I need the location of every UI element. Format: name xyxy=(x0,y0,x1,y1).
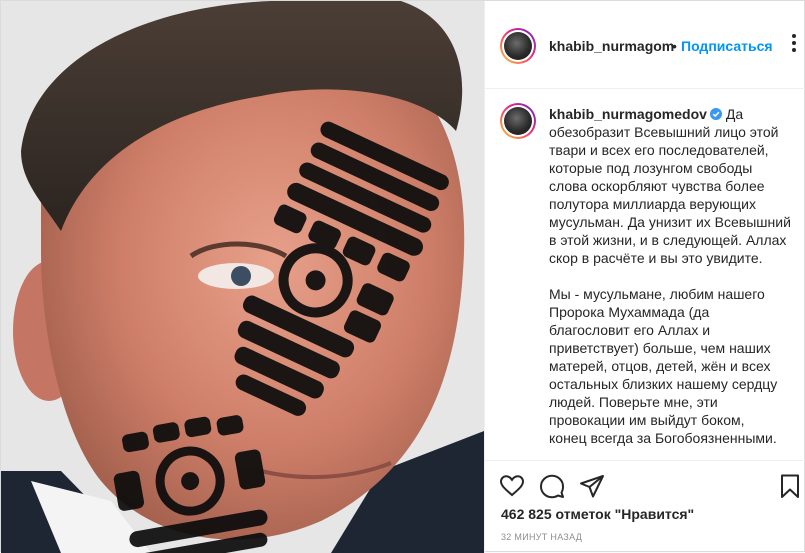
caption-line: Мы - мусульмане, любим нашего xyxy=(549,286,765,302)
caption-line: остальных близких нашему сердцу xyxy=(549,376,778,392)
caption-line: в этой жизни, и в следующей. Аллах xyxy=(549,232,787,248)
caption-line: полутора миллиарда верующих xyxy=(549,196,756,212)
verified-badge-icon xyxy=(709,108,722,120)
caption-line: обезобразит Всевышний лицо этой xyxy=(549,124,779,140)
caption-line: Да xyxy=(725,106,744,122)
caption-line: мусульман. Да унизит их Всевышний xyxy=(549,214,791,230)
caption-line: твари и всех его последователей, xyxy=(549,142,769,158)
post-timestamp[interactable]: 32 МИНУТ НАЗАД xyxy=(501,532,582,542)
caption-avatar[interactable] xyxy=(500,103,536,139)
caption-line: провокации им выйдут боком, xyxy=(549,412,745,428)
post-side-panel: khabib_nurmagom • Подписаться khabib_nur… xyxy=(484,1,805,553)
caption-first-line: khabib_nurmagomedov Да xyxy=(549,105,799,123)
caption-line: людей. Поверьте мне, эти xyxy=(549,394,718,410)
caption-username[interactable]: khabib_nurmagomedov xyxy=(549,106,707,122)
caption-paragraph-gap xyxy=(549,267,799,285)
caption-line: слова оскорбляют чувства более xyxy=(549,178,765,194)
follow-button[interactable]: Подписаться xyxy=(681,38,773,54)
instagram-post: khabib_nurmagom • Подписаться khabib_nur… xyxy=(0,0,805,553)
more-options-icon[interactable] xyxy=(785,31,803,55)
action-bar xyxy=(485,460,805,512)
caption-line: матерей, отцов, детей, жён и всех xyxy=(549,358,771,374)
caption-line: Пророка Мухаммада (да xyxy=(549,304,710,320)
share-icon[interactable] xyxy=(579,473,605,499)
caption-line: благословит его Аллах и xyxy=(549,322,711,338)
header-avatar[interactable] xyxy=(500,28,536,64)
comments-area[interactable]: khabib_nurmagomedov Да обезобразит Всевыш… xyxy=(485,90,805,460)
post-photo[interactable] xyxy=(1,1,484,553)
heart-icon[interactable] xyxy=(499,473,525,499)
caption-line: скор в расчёте и вы это увидите. xyxy=(549,250,763,266)
caption-line: приветствует) больше, чем наших xyxy=(549,340,771,356)
header-username[interactable]: khabib_nurmagom xyxy=(549,38,674,54)
caption-line: конец всегда за Богобоязненными. xyxy=(549,430,777,446)
likes-count[interactable]: 462 825 отметок "Нравится" xyxy=(501,506,694,522)
bookmark-icon[interactable] xyxy=(777,473,803,499)
post-caption: khabib_nurmagomedov Да обезобразит Всевыш… xyxy=(549,105,799,447)
post-header: khabib_nurmagom • Подписаться xyxy=(485,1,805,89)
header-separator: • xyxy=(672,38,677,54)
comment-icon[interactable] xyxy=(539,473,565,499)
caption-line: которые под лозунгом свободы xyxy=(549,160,753,176)
